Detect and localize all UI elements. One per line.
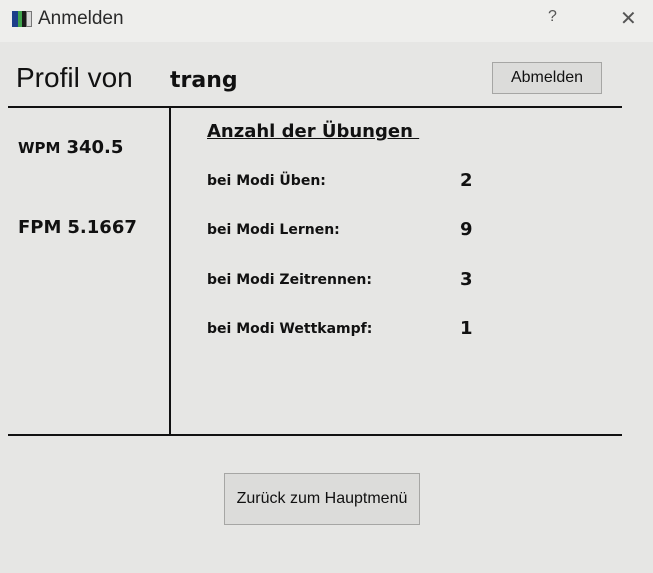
exercises-title: Anzahl der Übungen bbox=[207, 121, 420, 142]
mode-label: bei Modi Üben: bbox=[207, 173, 326, 189]
help-button[interactable]: ? bbox=[548, 8, 557, 26]
close-icon[interactable]: ✕ bbox=[620, 6, 637, 30]
profile-label: Profil von bbox=[16, 62, 133, 93]
logout-button[interactable]: Abmelden bbox=[492, 62, 602, 94]
footer-divider bbox=[8, 434, 622, 436]
mode-count: 1 bbox=[460, 318, 473, 339]
mode-label: bei Modi Zeitrennen: bbox=[207, 272, 372, 288]
mode-count: 3 bbox=[460, 269, 473, 290]
title-bar: Anmelden ? ✕ bbox=[0, 0, 653, 42]
mode-count: 9 bbox=[460, 219, 473, 240]
app-icon bbox=[12, 11, 32, 27]
mode-label: bei Modi Lernen: bbox=[207, 222, 340, 238]
wpm-label: WPM bbox=[18, 139, 61, 157]
window-title: Anmelden bbox=[38, 8, 124, 29]
fpm-label: FPM bbox=[18, 217, 62, 238]
wpm-stat: WPM 340.5 bbox=[18, 137, 123, 158]
fpm-value: 5.1667 bbox=[67, 217, 137, 238]
username: trang bbox=[170, 68, 238, 93]
mode-label: bei Modi Wettkampf: bbox=[207, 321, 373, 337]
header-divider bbox=[8, 106, 622, 108]
main-menu-button[interactable]: Zurück zum Hauptmenü bbox=[224, 473, 420, 525]
wpm-value: 340.5 bbox=[66, 137, 124, 158]
fpm-stat: FPM 5.1667 bbox=[18, 217, 137, 238]
column-divider bbox=[169, 107, 171, 434]
mode-count: 2 bbox=[460, 170, 473, 191]
